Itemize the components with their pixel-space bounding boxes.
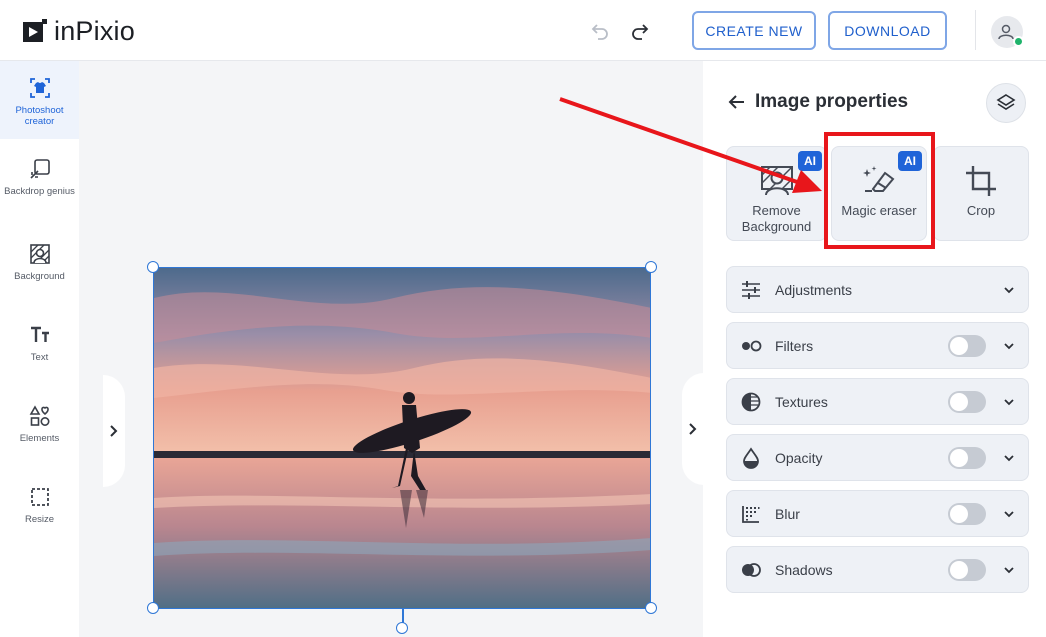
shirt-icon bbox=[29, 78, 50, 98]
crop-tool[interactable]: Crop bbox=[933, 146, 1029, 241]
layers-icon bbox=[996, 94, 1016, 110]
shapes-icon bbox=[29, 405, 50, 427]
sliders-icon bbox=[742, 281, 760, 299]
online-status-dot bbox=[1013, 36, 1024, 47]
adjustments-section[interactable]: Adjustments bbox=[726, 266, 1029, 313]
expand-right-panel-button[interactable] bbox=[682, 373, 704, 485]
remove-background-tool[interactable]: AI Remove Background bbox=[726, 146, 827, 241]
sidebar-item-elements[interactable]: Elements bbox=[0, 389, 79, 467]
chevron-right-icon bbox=[689, 423, 697, 435]
download-button[interactable]: DOWNLOAD bbox=[828, 11, 947, 50]
resize-handle-bottom-right[interactable] bbox=[645, 602, 657, 614]
textures-section[interactable]: Textures bbox=[726, 378, 1029, 425]
filters-section[interactable]: Filters bbox=[726, 322, 1029, 369]
crop-icon bbox=[966, 166, 996, 196]
resize-handle-top-left[interactable] bbox=[147, 261, 159, 273]
opacity-toggle[interactable] bbox=[948, 447, 986, 469]
sidebar-item-photoshoot-creator[interactable]: Photoshoot creator bbox=[0, 61, 79, 139]
backdrop-icon bbox=[29, 159, 50, 179]
shadows-toggle[interactable] bbox=[948, 559, 986, 581]
section-label: Opacity bbox=[775, 449, 823, 466]
section-label: Filters bbox=[775, 337, 814, 354]
header-divider bbox=[975, 10, 976, 50]
background-icon bbox=[29, 244, 50, 264]
top-bar: inPixio CREATE NEW DOWNLOAD bbox=[0, 0, 1046, 61]
blur-section[interactable]: Blur bbox=[726, 490, 1029, 537]
section-label: Adjustments bbox=[775, 281, 853, 298]
sidebar-item-label: Resize bbox=[24, 514, 55, 525]
textures-toggle[interactable] bbox=[948, 391, 986, 413]
sidebar-item-resize[interactable]: Resize bbox=[0, 470, 79, 548]
tool-label: Crop bbox=[966, 203, 996, 218]
shadows-icon bbox=[742, 563, 761, 577]
shadows-section[interactable]: Shadows bbox=[726, 546, 1029, 593]
left-sidebar: Photoshoot creator Backdrop genius Backg… bbox=[0, 61, 79, 637]
chevron-down-icon bbox=[1004, 455, 1014, 462]
layers-button[interactable] bbox=[986, 83, 1026, 123]
sidebar-item-label: Backdrop genius bbox=[4, 186, 75, 197]
photo-image bbox=[154, 268, 650, 608]
app-root: inPixio CREATE NEW DOWNLOAD Photoshoot c… bbox=[0, 0, 1046, 637]
section-label: Blur bbox=[775, 505, 800, 522]
section-label: Shadows bbox=[775, 561, 833, 578]
resize-handle-top-right[interactable] bbox=[645, 261, 657, 273]
sidebar-item-background[interactable]: Background bbox=[0, 227, 79, 305]
opacity-section[interactable]: Opacity bbox=[726, 434, 1029, 481]
image-properties-panel: Image properties AI Remove Background AI bbox=[703, 61, 1046, 637]
redo-icon bbox=[632, 24, 649, 40]
blur-icon bbox=[742, 506, 760, 523]
logo-text: inPixio bbox=[54, 16, 135, 46]
toggle-knob bbox=[950, 449, 968, 467]
sidebar-item-label: Background bbox=[14, 271, 65, 282]
resize-icon bbox=[30, 488, 49, 506]
chevron-down-icon bbox=[1004, 287, 1014, 294]
surfer-sunset-photo[interactable] bbox=[153, 267, 651, 609]
rotate-handle-stem bbox=[402, 609, 404, 623]
section-label: Textures bbox=[775, 393, 828, 410]
chevron-right-icon bbox=[110, 425, 118, 437]
panel-header: Image properties bbox=[727, 91, 908, 113]
resize-handle-bottom-left[interactable] bbox=[147, 602, 159, 614]
back-arrow-icon[interactable] bbox=[727, 92, 747, 112]
undo-icon bbox=[591, 24, 608, 40]
toggle-knob bbox=[950, 393, 968, 411]
undo-button[interactable] bbox=[588, 19, 612, 43]
redo-button[interactable] bbox=[628, 19, 652, 43]
filters-icon bbox=[742, 340, 762, 352]
sidebar-item-backdrop-genius[interactable]: Backdrop genius bbox=[0, 142, 79, 220]
sidebar-item-label: Elements bbox=[19, 433, 60, 444]
filters-toggle[interactable] bbox=[948, 335, 986, 357]
logo-icon bbox=[23, 18, 47, 42]
sidebar-item-text[interactable]: Text bbox=[0, 308, 79, 386]
toggle-knob bbox=[950, 505, 968, 523]
panel-title: Image properties bbox=[755, 91, 909, 112]
text-icon bbox=[30, 326, 49, 342]
tool-label: Remove Background bbox=[741, 203, 812, 234]
chevron-down-icon bbox=[1004, 567, 1014, 574]
expand-left-panel-button[interactable] bbox=[103, 375, 125, 487]
blur-toggle[interactable] bbox=[948, 503, 986, 525]
chevron-down-icon bbox=[1004, 511, 1014, 518]
create-new-button[interactable]: CREATE NEW bbox=[692, 11, 816, 50]
sidebar-item-label: Text bbox=[30, 352, 49, 363]
toggle-knob bbox=[950, 337, 968, 355]
sidebar-item-label: Photoshoot creator bbox=[15, 105, 64, 127]
rotate-handle[interactable] bbox=[396, 622, 408, 634]
logo[interactable]: inPixio bbox=[22, 16, 135, 47]
toggle-knob bbox=[950, 561, 968, 579]
magic-eraser-highlight-box bbox=[824, 132, 935, 249]
remove-background-icon bbox=[760, 166, 793, 196]
chevron-down-icon bbox=[1004, 343, 1014, 350]
textures-icon bbox=[741, 392, 761, 412]
chevron-down-icon bbox=[1004, 399, 1014, 406]
account-avatar[interactable] bbox=[991, 16, 1024, 48]
ai-badge: AI bbox=[798, 151, 822, 171]
opacity-icon bbox=[743, 447, 759, 469]
